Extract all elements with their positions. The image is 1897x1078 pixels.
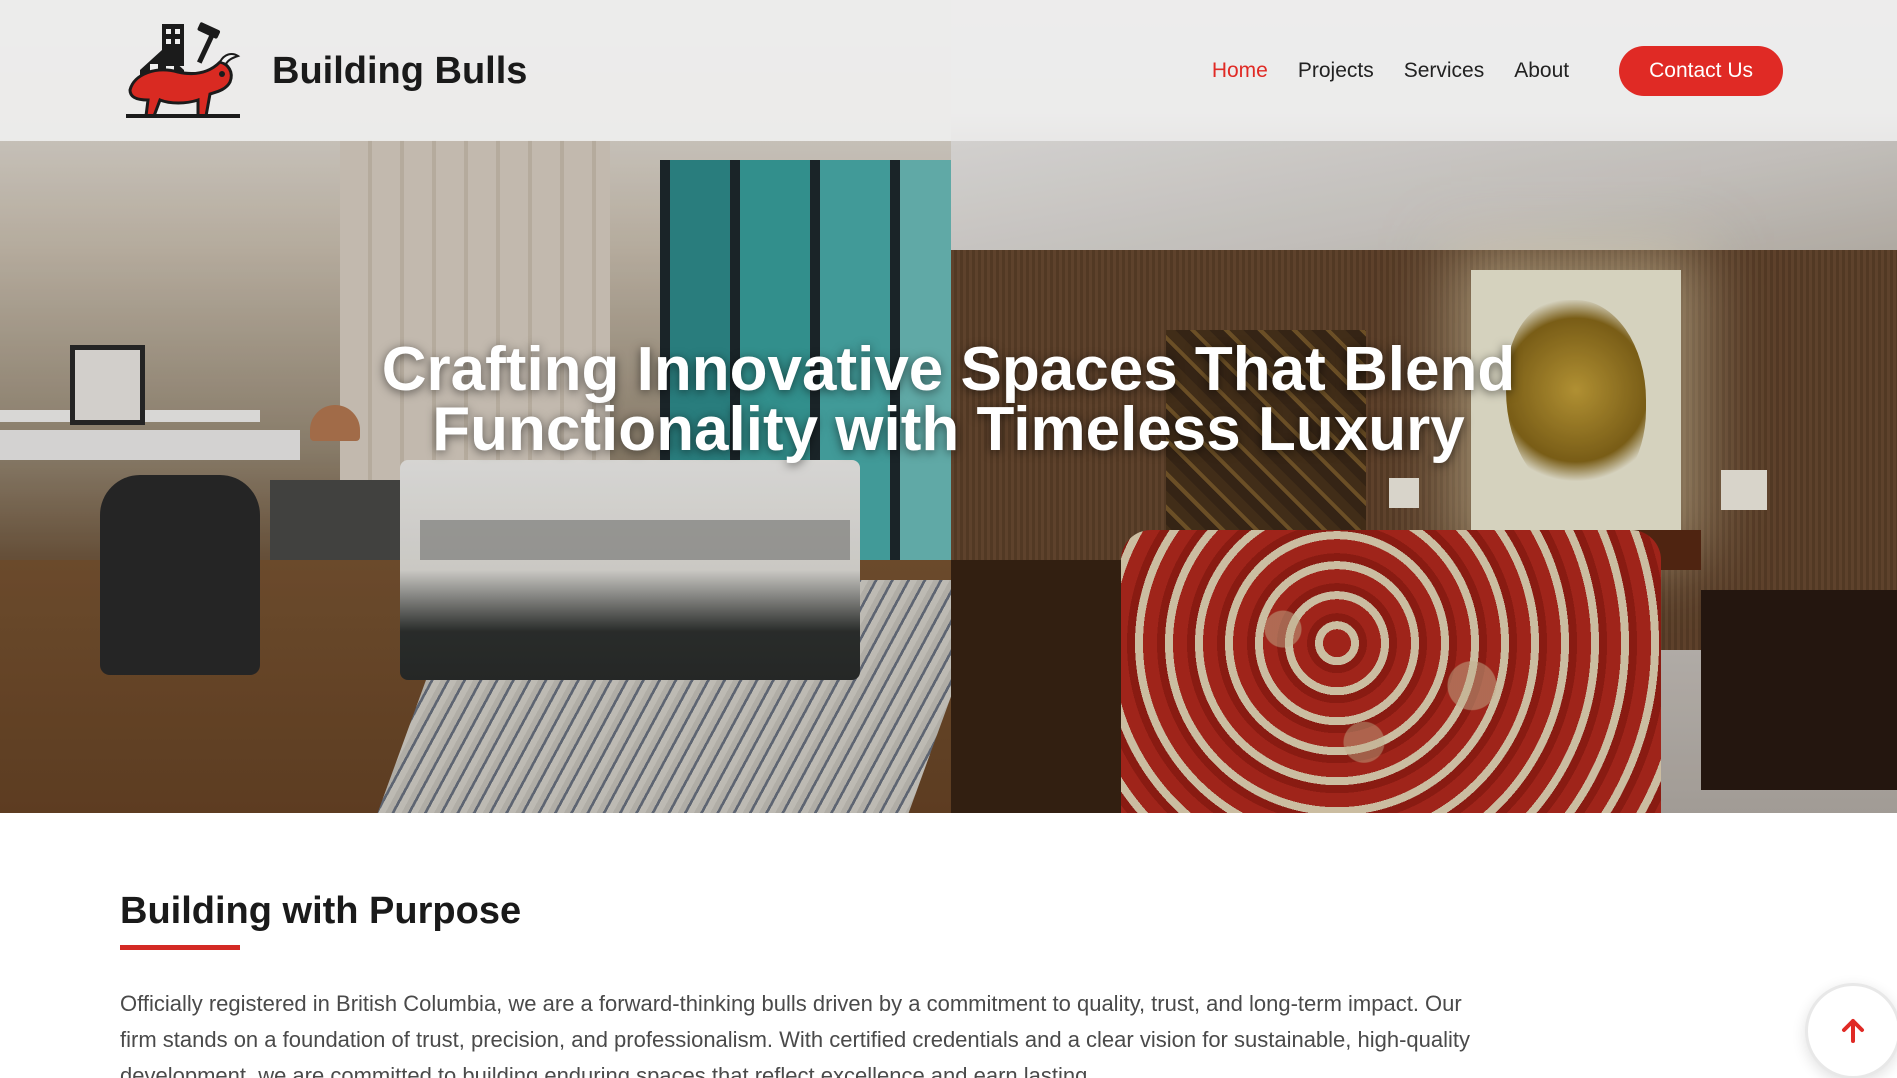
site-header: Building Bulls Home Projects Services Ab… <box>0 0 1897 141</box>
title-underline <box>120 945 240 950</box>
nav-item-about[interactable]: About <box>1514 59 1569 83</box>
nav-item-projects[interactable]: Projects <box>1298 59 1374 83</box>
hero-title-line2: Functionality with Timeless Luxury <box>432 395 1465 464</box>
arrow-up-icon <box>1842 1019 1864 1043</box>
nav-item-services[interactable]: Services <box>1404 59 1485 83</box>
brand[interactable]: Building Bulls <box>120 20 527 122</box>
hero-title-line1: Crafting Innovative Spaces That Blend <box>381 335 1516 404</box>
brand-name: Building Bulls <box>272 49 528 92</box>
bull-house-logo-icon <box>126 22 241 118</box>
about-section: Building with Purpose Officially registe… <box>120 890 1520 1078</box>
about-title: Building with Purpose <box>120 890 522 932</box>
main-nav: Home Projects Services About Contact Us <box>1182 46 1783 96</box>
nav-item-home[interactable]: Home <box>1212 59 1268 83</box>
contact-us-button[interactable]: Contact Us <box>1619 46 1783 96</box>
hero-title: Crafting Innovative Spaces That Blend Fu… <box>0 335 1897 464</box>
scroll-to-top-button[interactable] <box>1805 983 1897 1078</box>
about-text: Officially registered in British Columbi… <box>120 991 1471 1078</box>
